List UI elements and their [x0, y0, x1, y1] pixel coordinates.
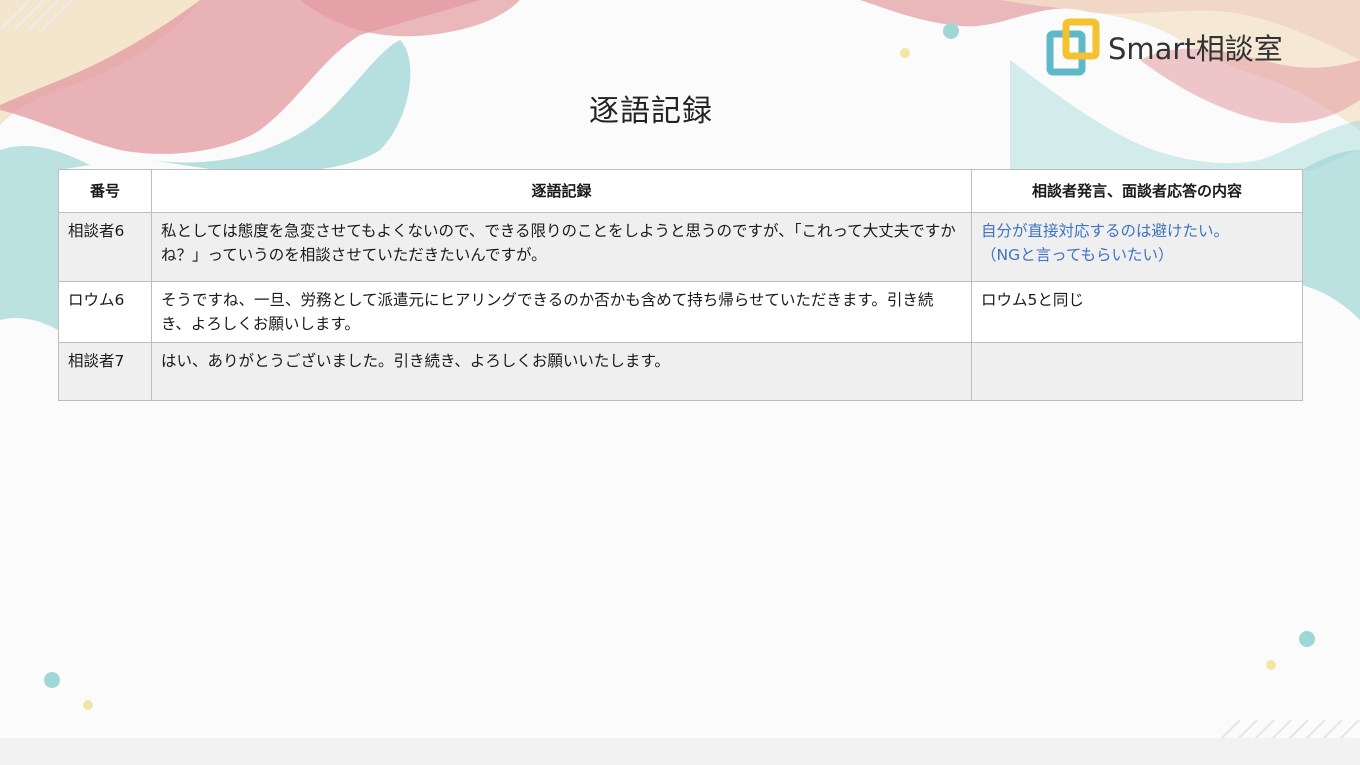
row-content-line: （NGと言ってもらいたい）	[981, 246, 1174, 264]
page-title-text: 逐語記録	[589, 94, 713, 129]
bottom-strip	[0, 738, 1360, 765]
table-row: 相談者6 私としては態度を急変させてもよくないので、できる限りのことをしようと思…	[58, 212, 1303, 282]
row-transcript: はい、ありがとうございました。引き続き、よろしくお願いいたします。	[151, 342, 972, 401]
row-content	[971, 342, 1303, 401]
brand-logo-text: Smart相談室	[1108, 32, 1283, 66]
table-row: 相談者7 はい、ありがとうございました。引き続き、よろしくお願いいたします。	[58, 342, 1303, 401]
row-transcript: 私としては態度を急変させてもよくないので、できる限りのことをしようと思うのですが…	[151, 212, 972, 282]
table-header-row: 番号 逐語記録 相談者発言、面談者応答の内容	[58, 169, 1303, 213]
header-content: 相談者発言、面談者応答の内容	[971, 169, 1303, 213]
row-content: 自分が直接対応するのは避けたい。 （NGと言ってもらいたい）	[971, 212, 1303, 282]
row-transcript: そうですね、一旦、労務として派遣元にヒアリングできるのか否かも含めて持ち帰らせて…	[151, 281, 972, 343]
s-square-logo-icon	[1046, 18, 1100, 76]
row-number: 相談者6	[58, 212, 152, 282]
row-content: ロウム5と同じ	[971, 281, 1303, 343]
header-transcript: 逐語記録	[151, 169, 972, 213]
table-row: ロウム6 そうですね、一旦、労務として派遣元にヒアリングできるのか否かも含めて持…	[58, 281, 1303, 343]
header-number: 番号	[58, 169, 152, 213]
transcript-table: 番号 逐語記録 相談者発言、面談者応答の内容 相談者6 私としては態度を急変させ…	[58, 169, 1303, 401]
row-number: 相談者7	[58, 342, 152, 401]
page-title: 逐語記録	[0, 86, 1302, 130]
row-number: ロウム6	[58, 281, 152, 343]
row-content-line: 自分が直接対応するのは避けたい。	[981, 222, 1230, 240]
brand-logo: Smart相談室	[1046, 18, 1283, 76]
